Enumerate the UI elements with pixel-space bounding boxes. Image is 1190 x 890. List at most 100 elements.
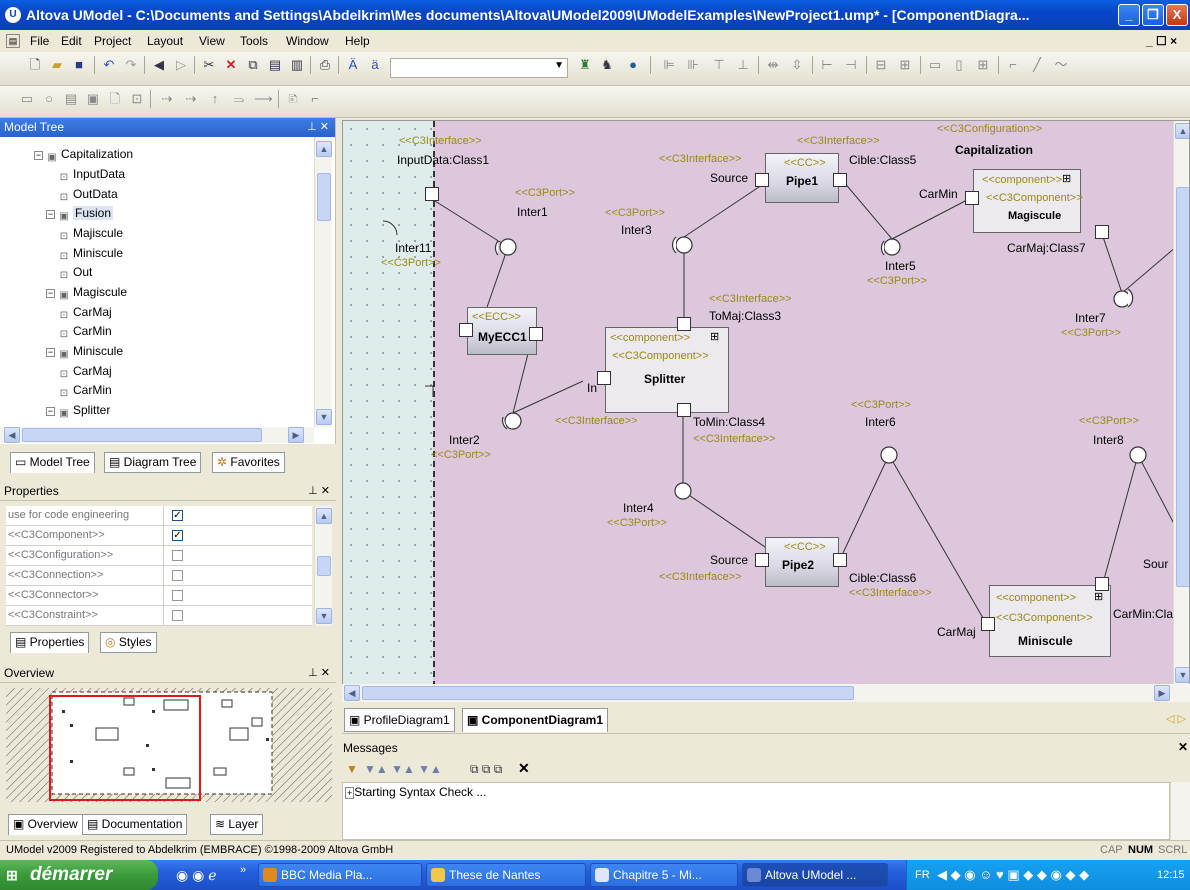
menu-window[interactable]: Window — [286, 30, 329, 52]
tree-item-capitalization[interactable]: − ▣ Capitalization — [34, 145, 133, 164]
magiscule-carmaj-port[interactable] — [1095, 225, 1109, 239]
component-icon[interactable]: ▣ — [84, 90, 102, 108]
messages-vscroll[interactable] — [1170, 782, 1190, 840]
scroll-down-icon[interactable]: ▼ — [316, 608, 332, 624]
miniscule-component[interactable]: <<component>> ⊞ <<C3Component>> Miniscul… — [989, 585, 1111, 657]
miniscule-carmin-port[interactable] — [1095, 577, 1109, 591]
prop-row[interactable]: <<C3Connection>> — [6, 566, 312, 586]
pipe2-component[interactable]: <<CC>> Pipe2 — [765, 537, 839, 587]
myecc1-in-port[interactable] — [459, 323, 473, 337]
tray-icons[interactable]: ◀ ◆ ◉ ☺ ♥ ▣ ◆ ◆ ◉ ◆ ◆ — [937, 860, 1089, 890]
realization-icon[interactable]: ⇢ — [158, 90, 176, 108]
forward-icon[interactable]: ▷ — [172, 56, 190, 74]
tree-item-magiscule[interactable]: − ▣ Magiscule — [46, 283, 127, 302]
tree-hscroll[interactable]: ◀ ▶ — [0, 427, 314, 443]
tab-favorites[interactable]: ✲ Favorites — [212, 452, 285, 473]
tab-model-tree[interactable]: ▭ Model Tree — [10, 452, 95, 473]
menu-tools[interactable]: Tools — [240, 30, 268, 52]
line-straight-icon[interactable]: ╱ — [1028, 56, 1046, 74]
app-icon[interactable]: U — [5, 7, 21, 23]
same-width-icon[interactable]: ⊢ — [818, 56, 836, 74]
prop-row[interactable]: <<C3Connector>> — [6, 586, 312, 606]
prop-checkbox[interactable] — [172, 550, 183, 561]
prop-row[interactable]: <<C3Configuration>> — [6, 546, 312, 566]
delete-icon[interactable]: ✕ — [222, 56, 240, 74]
scroll-up-icon[interactable]: ▲ — [1175, 123, 1189, 139]
pipe2-cible-port[interactable] — [833, 553, 847, 567]
diagram-hscroll-thumb[interactable] — [362, 686, 854, 700]
task-these-nantes[interactable]: These de Nantes — [426, 863, 586, 887]
tree-item-splitter[interactable]: − ▣ Splitter — [46, 401, 110, 420]
prop-row[interactable]: <<C3Constraint>> — [6, 606, 312, 626]
minimize-button[interactable]: _ — [1118, 4, 1140, 26]
box-a-icon[interactable]: ▭ — [926, 56, 944, 74]
print-icon[interactable]: ⎙ — [316, 56, 334, 74]
note-link-icon[interactable]: ⌐ — [306, 90, 324, 108]
menu-project[interactable]: Project — [94, 30, 131, 52]
tab-nav-icon[interactable]: ◁ ▷ — [1166, 712, 1186, 725]
diagram-vscroll-thumb[interactable] — [1176, 187, 1189, 587]
prop-checkbox[interactable]: ✓ — [172, 530, 183, 541]
interface-icon[interactable]: ○ — [40, 90, 58, 108]
mdi-controls[interactable]: _ ☐ × — [1146, 30, 1177, 52]
prop-row[interactable]: use for code engineering ✓ — [6, 506, 312, 526]
props-vscroll[interactable]: ▲ ▼ — [314, 506, 332, 626]
pipe1-cible-port[interactable] — [833, 173, 847, 187]
menu-file[interactable]: File — [30, 30, 49, 52]
usage-icon[interactable]: ↑ — [206, 90, 224, 108]
diagram-canvas[interactable]: <<C3Interface>> InputData:Class1 <<C3Con… — [342, 120, 1190, 686]
pin-close-icon[interactable]: ⊥ ✕ — [308, 482, 330, 501]
dependency-icon[interactable]: ⇢ — [182, 90, 200, 108]
note-icon[interactable]: 🗈 — [284, 90, 302, 108]
tab-profilediagram1[interactable]: ▣ ProfileDiagram1 — [344, 708, 455, 732]
mdi-icon[interactable]: ▤ — [6, 34, 20, 48]
same-height-icon[interactable]: ⊣ — [842, 56, 860, 74]
tab-styles[interactable]: ◎ Styles — [100, 632, 157, 653]
task-chapitre5[interactable]: Chapitre 5 - Mi... — [590, 863, 738, 887]
class-icon[interactable]: ▤ — [62, 90, 80, 108]
align-left-icon[interactable]: ⊫ — [660, 56, 678, 74]
myecc1-component[interactable]: <<ECC>> MyECC1 — [467, 307, 537, 355]
tab-diagram-tree[interactable]: ▤ Diagram Tree — [104, 452, 202, 473]
tree-item-inputdata[interactable]: ⊡ InputData — [58, 165, 125, 184]
box-b-icon[interactable]: ▯ — [950, 56, 968, 74]
scroll-right-icon[interactable]: ▶ — [1154, 685, 1170, 701]
tree-item-carmaj[interactable]: ⊡ CarMaj — [58, 303, 112, 322]
tree-vscroll-thumb[interactable] — [317, 173, 331, 221]
start-button[interactable]: ⊞ démarrer — [0, 860, 158, 890]
quicklaunch-icons[interactable]: ◉ ◉ ℯ — [176, 867, 217, 884]
line-curve-icon[interactable]: 〜 — [1052, 56, 1070, 74]
box-c-icon[interactable]: ⊞ — [974, 56, 992, 74]
scroll-down-icon[interactable]: ▼ — [316, 409, 332, 425]
scroll-up-icon[interactable]: ▲ — [316, 141, 332, 157]
tree-item-miniscule[interactable]: ⊡ Miniscule — [58, 244, 123, 263]
space-h-icon[interactable]: ⇹ — [764, 56, 782, 74]
pipe1-component[interactable]: <<CC>> Pipe1 — [765, 153, 839, 203]
port-icon[interactable]: ⊡ — [128, 90, 146, 108]
menu-layout[interactable]: Layout — [147, 30, 183, 52]
find-icon[interactable]: Ä — [344, 56, 362, 74]
title-bar[interactable]: U Altova UModel - C:\Documents and Setti… — [0, 0, 1190, 30]
pipe2-source-port[interactable] — [755, 553, 769, 567]
assembly-icon[interactable]: ⥰ — [230, 90, 248, 108]
task-bbc-media[interactable]: BBC Media Pla... — [258, 863, 422, 887]
save-icon[interactable]: ■ — [70, 56, 88, 74]
language-indicator[interactable]: FR — [915, 860, 930, 890]
splitter-component[interactable]: <<component>> ⊞ <<C3Component>> Splitter — [605, 327, 729, 413]
redo-icon[interactable]: ↷ — [122, 56, 140, 74]
splitter-in-port[interactable] — [597, 371, 611, 385]
line-orth-icon[interactable]: ⌐ — [1004, 56, 1022, 74]
close-icon[interactable]: ✕ — [1178, 740, 1188, 754]
tree-item-outdata[interactable]: ⊡ OutData — [58, 185, 118, 204]
scroll-left-icon[interactable]: ◀ — [4, 427, 20, 443]
props-vscroll-thumb[interactable] — [317, 556, 331, 576]
prop-checkbox[interactable] — [172, 590, 183, 601]
line-h-icon[interactable]: ⊟ — [872, 56, 890, 74]
connector-icon[interactable]: ⟶ — [254, 90, 273, 108]
next-icon[interactable]: ▼▲ ▼▲ ▼▲ — [364, 762, 442, 776]
new-file-icon[interactable]: 🗋 — [26, 56, 44, 74]
cut-icon[interactable]: ✂ — [200, 56, 218, 74]
inputdata-port[interactable] — [425, 187, 439, 201]
filter-icon[interactable]: ▼ — [346, 762, 358, 776]
tab-documentation[interactable]: ▤ Documentation — [82, 814, 188, 835]
